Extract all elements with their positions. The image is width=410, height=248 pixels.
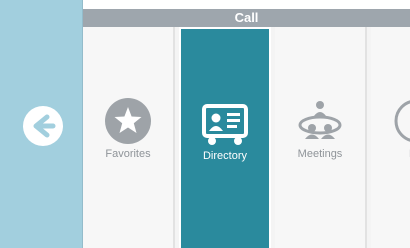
tile-directory[interactable]: Directory	[179, 27, 271, 248]
recent-icon	[394, 100, 410, 142]
tile-label: Directory	[202, 150, 247, 162]
arrow-left-icon	[33, 114, 56, 138]
call-screen: Call Favorites Directory Meetings	[0, 0, 410, 248]
tile-recent[interactable]: Re	[371, 27, 410, 248]
page-title: Call	[234, 10, 259, 25]
tile-favorites[interactable]: Favorites	[83, 27, 175, 248]
tile-meetings[interactable]: Meetings	[275, 27, 367, 248]
tile-label: Favorites	[105, 148, 151, 160]
contact-card-icon	[202, 104, 248, 145]
meeting-icon	[298, 101, 342, 139]
star-icon	[105, 98, 151, 144]
back-button[interactable]	[23, 106, 63, 146]
header-bar: Call	[83, 9, 410, 27]
call-options: Favorites Directory Meetings	[83, 27, 410, 248]
tile-label: Re	[371, 148, 410, 160]
back-panel[interactable]	[0, 0, 83, 248]
tile-label: Meetings	[297, 148, 343, 160]
